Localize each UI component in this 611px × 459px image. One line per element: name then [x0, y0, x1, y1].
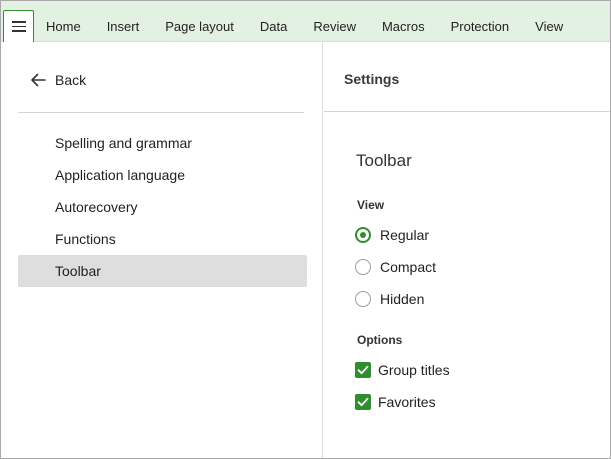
- section-title: Toolbar: [356, 151, 412, 170]
- tab-review[interactable]: Review: [300, 1, 369, 42]
- view-group-label: View: [357, 198, 385, 212]
- radio-hidden[interactable]: Hidden: [355, 287, 424, 311]
- radio-label: Regular: [380, 227, 430, 243]
- back-label: Back: [55, 72, 87, 88]
- options-group-label: Options: [357, 333, 403, 347]
- tab-data[interactable]: Data: [247, 1, 300, 42]
- radio-button[interactable]: [355, 259, 371, 275]
- back-button[interactable]: Back: [30, 68, 86, 92]
- nav-item-autorecovery[interactable]: Autorecovery: [18, 191, 307, 223]
- checkbox-checked[interactable]: [355, 394, 371, 410]
- tab-insert[interactable]: Insert: [94, 1, 153, 42]
- checkbox-group-titles[interactable]: Group titles: [355, 358, 450, 382]
- tab-macros[interactable]: Macros: [369, 1, 438, 42]
- radio-button-checked[interactable]: [355, 227, 371, 243]
- nav-item-application-language[interactable]: Application language: [18, 159, 307, 191]
- checkmark-icon: [357, 365, 369, 375]
- radio-label: Compact: [380, 259, 437, 275]
- app-window: Home Insert Page layout Data Review Macr…: [0, 0, 611, 459]
- settings-header: Settings: [344, 71, 400, 87]
- ribbon-tabs: Home Insert Page layout Data Review Macr…: [34, 1, 576, 42]
- checkbox-label: Favorites: [378, 394, 436, 410]
- hamburger-icon: [11, 21, 26, 32]
- settings-nav-list: Spelling and grammar Application languag…: [18, 127, 307, 287]
- tab-view[interactable]: View: [522, 1, 576, 42]
- nav-item-functions[interactable]: Functions: [18, 223, 307, 255]
- arrow-left-icon: [31, 73, 46, 87]
- radio-label: Hidden: [380, 291, 425, 307]
- tab-protection[interactable]: Protection: [438, 1, 523, 42]
- radio-regular[interactable]: Regular: [355, 223, 429, 247]
- nav-item-spelling-and-grammar[interactable]: Spelling and grammar: [18, 127, 307, 159]
- divider: [324, 111, 610, 112]
- checkbox-favorites[interactable]: Favorites: [355, 390, 436, 414]
- divider: [18, 112, 304, 113]
- hamburger-menu-button[interactable]: [3, 10, 34, 42]
- nav-item-toolbar[interactable]: Toolbar: [18, 255, 307, 287]
- checkbox-label: Group titles: [378, 362, 450, 378]
- tab-page-layout[interactable]: Page layout: [152, 1, 247, 42]
- tab-home[interactable]: Home: [34, 1, 94, 42]
- radio-compact[interactable]: Compact: [355, 255, 436, 279]
- checkbox-checked[interactable]: [355, 362, 371, 378]
- radio-button[interactable]: [355, 291, 371, 307]
- settings-nav-pane: Back Spelling and grammar Application la…: [1, 43, 323, 458]
- ribbon: Home Insert Page layout Data Review Macr…: [1, 1, 610, 42]
- settings-content-pane: Settings Toolbar View Regular Compact Hi…: [324, 43, 610, 458]
- checkmark-icon: [357, 397, 369, 407]
